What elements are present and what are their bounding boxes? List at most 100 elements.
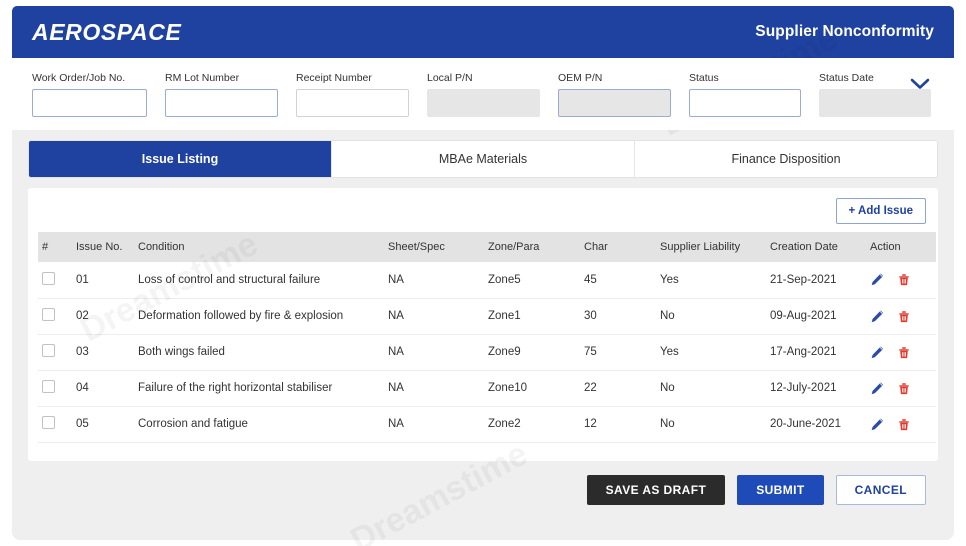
cell-condition: Failure of the right horizontal stabilis… <box>134 370 384 406</box>
local-pn-input <box>427 89 540 117</box>
cell-issue-no: 04 <box>72 370 134 406</box>
row-checkbox-cell <box>38 262 72 298</box>
field-work-order: Work Order/Job No. <box>32 72 147 117</box>
edit-pencil-icon[interactable] <box>870 309 885 324</box>
cell-supplier-liability: No <box>656 370 766 406</box>
cell-creation-date: 20-June-2021 <box>766 406 866 442</box>
tab-bar: Issue Listing MBAe Materials Finance Dis… <box>28 140 938 178</box>
edit-pencil-icon[interactable] <box>870 381 885 396</box>
column-header-sheet-spec: Sheet/Spec <box>384 232 484 262</box>
page-title: Supplier Nonconformity <box>755 23 934 41</box>
cell-sheet-spec: NA <box>384 334 484 370</box>
cell-creation-date: 12-July-2021 <box>766 370 866 406</box>
add-issue-button[interactable]: + Add Issue <box>836 198 926 224</box>
row-checkbox[interactable] <box>42 344 55 357</box>
delete-trash-icon[interactable] <box>897 272 911 287</box>
field-oem-pn: OEM P/N <box>558 72 671 117</box>
cell-creation-date: 17-Ang-2021 <box>766 334 866 370</box>
row-checkbox[interactable] <box>42 416 55 429</box>
row-checkbox-cell <box>38 370 72 406</box>
cell-sheet-spec: NA <box>384 406 484 442</box>
edit-pencil-icon[interactable] <box>870 417 885 432</box>
app-header: AEROSPACE Supplier Nonconformity <box>12 6 954 58</box>
table-row: 02Deformation followed by fire & explosi… <box>38 298 936 334</box>
cell-char: 30 <box>580 298 656 334</box>
save-as-draft-button[interactable]: SAVE AS DRAFT <box>587 475 726 505</box>
tab-issue-listing[interactable]: Issue Listing <box>29 141 332 177</box>
tab-finance-disposition[interactable]: Finance Disposition <box>635 141 937 177</box>
field-rm-lot: RM Lot Number <box>165 72 278 117</box>
cell-supplier-liability: Yes <box>656 262 766 298</box>
issues-table-card: + Add Issue # Issue No. Condition Sheet/… <box>28 188 938 461</box>
cell-actions <box>866 298 936 334</box>
field-local-pn: Local P/N <box>427 72 540 117</box>
cell-issue-no: 02 <box>72 298 134 334</box>
field-label: Local P/N <box>427 72 540 84</box>
cell-char: 75 <box>580 334 656 370</box>
delete-trash-icon[interactable] <box>897 345 911 360</box>
tab-bar-wrapper: Issue Listing MBAe Materials Finance Dis… <box>12 130 954 178</box>
table-toolbar: + Add Issue <box>38 196 928 232</box>
tab-mbae-materials[interactable]: MBAe Materials <box>332 141 635 177</box>
cell-zone-para: Zone10 <box>484 370 580 406</box>
chevron-down-icon[interactable] <box>908 74 932 94</box>
cancel-button[interactable]: CANCEL <box>836 475 926 505</box>
field-receipt-number: Receipt Number <box>296 72 409 117</box>
page-body: Dreamstime Dreamstime Dreamstime Work Or… <box>12 58 954 540</box>
cell-condition: Both wings failed <box>134 334 384 370</box>
cell-zone-para: Zone5 <box>484 262 580 298</box>
form-footer: SAVE AS DRAFT SUBMIT CANCEL <box>12 461 954 505</box>
delete-trash-icon[interactable] <box>897 381 911 396</box>
row-checkbox-cell <box>38 334 72 370</box>
cell-supplier-liability: No <box>656 298 766 334</box>
cell-sheet-spec: NA <box>384 298 484 334</box>
field-label: Work Order/Job No. <box>32 72 147 84</box>
cell-actions <box>866 406 936 442</box>
cell-zone-para: Zone1 <box>484 298 580 334</box>
cell-issue-no: 03 <box>72 334 134 370</box>
table-header: # Issue No. Condition Sheet/Spec Zone/Pa… <box>38 232 936 262</box>
column-header-index: # <box>38 232 72 262</box>
cell-condition: Deformation followed by fire & explosion <box>134 298 384 334</box>
rm-lot-number-input[interactable] <box>165 89 278 117</box>
row-checkbox-cell <box>38 298 72 334</box>
cell-actions <box>866 370 936 406</box>
table-row: 05Corrosion and fatigueNAZone212No20-Jun… <box>38 406 936 442</box>
table-row: 03Both wings failedNAZone975Yes17-Ang-20… <box>38 334 936 370</box>
row-checkbox[interactable] <box>42 272 55 285</box>
column-header-condition: Condition <box>134 232 384 262</box>
table-body: 01Loss of control and structural failure… <box>38 262 936 442</box>
cell-actions <box>866 334 936 370</box>
table-header-row: # Issue No. Condition Sheet/Spec Zone/Pa… <box>38 232 936 262</box>
cell-issue-no: 05 <box>72 406 134 442</box>
receipt-number-input[interactable] <box>296 89 409 117</box>
work-order-input[interactable] <box>32 89 147 117</box>
oem-pn-input <box>558 89 671 117</box>
submit-button[interactable]: SUBMIT <box>737 475 823 505</box>
delete-trash-icon[interactable] <box>897 309 911 324</box>
cell-char: 45 <box>580 262 656 298</box>
field-status: Status <box>689 72 801 117</box>
cell-char: 22 <box>580 370 656 406</box>
cell-char: 12 <box>580 406 656 442</box>
column-header-supplier-liability: Supplier Liability <box>656 232 766 262</box>
filter-form: Work Order/Job No. RM Lot Number Receipt… <box>12 58 954 130</box>
cell-zone-para: Zone9 <box>484 334 580 370</box>
delete-trash-icon[interactable] <box>897 417 911 432</box>
cell-creation-date: 09-Aug-2021 <box>766 298 866 334</box>
cell-zone-para: Zone2 <box>484 406 580 442</box>
cell-sheet-spec: NA <box>384 262 484 298</box>
cell-condition: Corrosion and fatigue <box>134 406 384 442</box>
field-label: Receipt Number <box>296 72 409 84</box>
column-header-char: Char <box>580 232 656 262</box>
row-checkbox[interactable] <box>42 380 55 393</box>
edit-pencil-icon[interactable] <box>870 272 885 287</box>
column-header-issue-no: Issue No. <box>72 232 134 262</box>
edit-pencil-icon[interactable] <box>870 345 885 360</box>
status-input[interactable] <box>689 89 801 117</box>
row-checkbox[interactable] <box>42 308 55 321</box>
cell-sheet-spec: NA <box>384 370 484 406</box>
field-label: OEM P/N <box>558 72 671 84</box>
cell-supplier-liability: No <box>656 406 766 442</box>
column-header-creation-date: Creation Date <box>766 232 866 262</box>
